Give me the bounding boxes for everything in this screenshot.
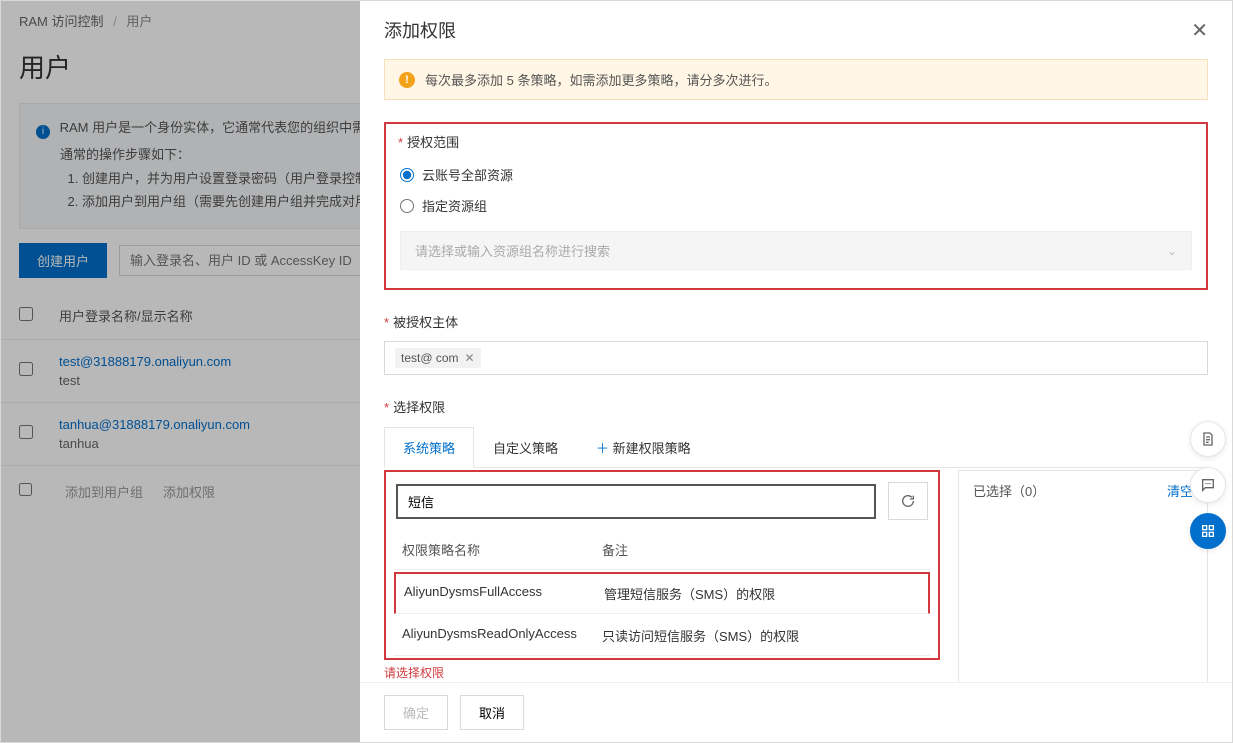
policy-name: AliyunDysmsReadOnlyAccess	[402, 626, 602, 645]
float-apps-button[interactable]	[1190, 513, 1226, 549]
policy-name: AliyunDysmsFullAccess	[404, 584, 604, 603]
refresh-icon	[900, 493, 916, 509]
drawer-footer: 确定 取消	[360, 682, 1232, 742]
policy-row[interactable]: AliyunDysmsFullAccess 管理短信服务（SMS）的权限	[394, 572, 930, 614]
subject-input[interactable]: test@ com ✕	[384, 341, 1208, 375]
policy-search-input[interactable]	[396, 484, 876, 519]
selected-count-label: 已选择（0）	[973, 481, 1045, 500]
subject-label: *被授权主体	[384, 312, 1208, 331]
policy-error: 请选择权限	[384, 664, 940, 681]
policy-note: 管理短信服务（SMS）的权限	[604, 584, 920, 603]
policy-table-header: 权限策略名称 备注	[394, 530, 930, 570]
scope-all-label: 云账号全部资源	[422, 165, 513, 184]
scope-group-label: 指定资源组	[422, 196, 487, 215]
close-icon[interactable]: ✕	[1191, 18, 1208, 43]
scope-section: *授权范围 云账号全部资源 指定资源组 请选择或输入资源组名称进行搜索 ⌄	[384, 122, 1208, 290]
drawer-body: ! 每次最多添加 5 条策略，如需添加更多策略，请分多次进行。 *授权范围 云账…	[360, 59, 1232, 682]
chat-icon	[1200, 477, 1216, 493]
policy-area: 权限策略名称 备注 AliyunDysmsFullAccess 管理短信服务（S…	[384, 470, 1208, 682]
policy-tabs: 系统策略 自定义策略 ＋ 新建权限策略	[384, 426, 1208, 468]
float-chat-button[interactable]	[1190, 467, 1226, 503]
scope-radio-all[interactable]: 云账号全部资源	[400, 159, 1192, 190]
policy-label: *选择权限	[384, 397, 1208, 416]
policy-row[interactable]: AliyunDysmsReadOnlyAccess 只读访问短信服务（SMS）的…	[394, 616, 930, 656]
apps-icon	[1200, 523, 1216, 539]
scope-radio-group[interactable]: 指定资源组	[400, 190, 1192, 221]
remove-tag-icon[interactable]: ✕	[465, 351, 475, 365]
drawer-header: 添加权限 ✕	[360, 1, 1232, 59]
tab-custom-policy[interactable]: 自定义策略	[474, 427, 577, 468]
chevron-down-icon: ⌄	[1167, 244, 1177, 258]
document-icon	[1200, 431, 1216, 447]
tab-system-policy[interactable]: 系统策略	[384, 427, 474, 468]
resource-group-select[interactable]: 请选择或输入资源组名称进行搜索 ⌄	[400, 231, 1192, 270]
selected-policy-panel: 已选择（0） 清空	[958, 470, 1208, 682]
confirm-button[interactable]: 确定	[384, 695, 448, 730]
resource-placeholder: 请选择或输入资源组名称进行搜索	[415, 241, 610, 260]
subject-tag: test@ com ✕	[395, 348, 481, 368]
refresh-button[interactable]	[888, 482, 928, 520]
radio-group[interactable]	[400, 199, 414, 213]
plus-icon: ＋	[596, 441, 613, 456]
cancel-button[interactable]: 取消	[460, 695, 524, 730]
policy-note: 只读访问短信服务（SMS）的权限	[602, 626, 922, 645]
float-buttons	[1190, 421, 1226, 549]
policy-left: 权限策略名称 备注 AliyunDysmsFullAccess 管理短信服务（S…	[384, 470, 940, 681]
policy-section: *选择权限 系统策略 自定义策略 ＋ 新建权限策略	[384, 397, 1208, 682]
permission-drawer: 添加权限 ✕ ! 每次最多添加 5 条策略，如需添加更多策略，请分多次进行。 *…	[360, 1, 1232, 742]
scope-label: *授权范围	[386, 124, 1206, 151]
subject-tag-text: test@ com	[401, 351, 459, 365]
subject-section: *被授权主体 test@ com ✕	[384, 312, 1208, 375]
warning-icon: !	[399, 72, 415, 88]
tab-create-policy[interactable]: ＋ 新建权限策略	[577, 427, 710, 468]
radio-all[interactable]	[400, 168, 414, 182]
policy-col-note: 备注	[602, 540, 922, 559]
policy-col-name: 权限策略名称	[402, 540, 602, 559]
alert-text: 每次最多添加 5 条策略，如需添加更多策略，请分多次进行。	[425, 70, 777, 89]
float-doc-button[interactable]	[1190, 421, 1226, 457]
selected-panel-header: 已选择（0） 清空	[959, 471, 1207, 510]
policy-highlight-box: 权限策略名称 备注 AliyunDysmsFullAccess 管理短信服务（S…	[384, 470, 940, 660]
alert-box: ! 每次最多添加 5 条策略，如需添加更多策略，请分多次进行。	[384, 59, 1208, 100]
drawer-title: 添加权限	[384, 17, 456, 43]
